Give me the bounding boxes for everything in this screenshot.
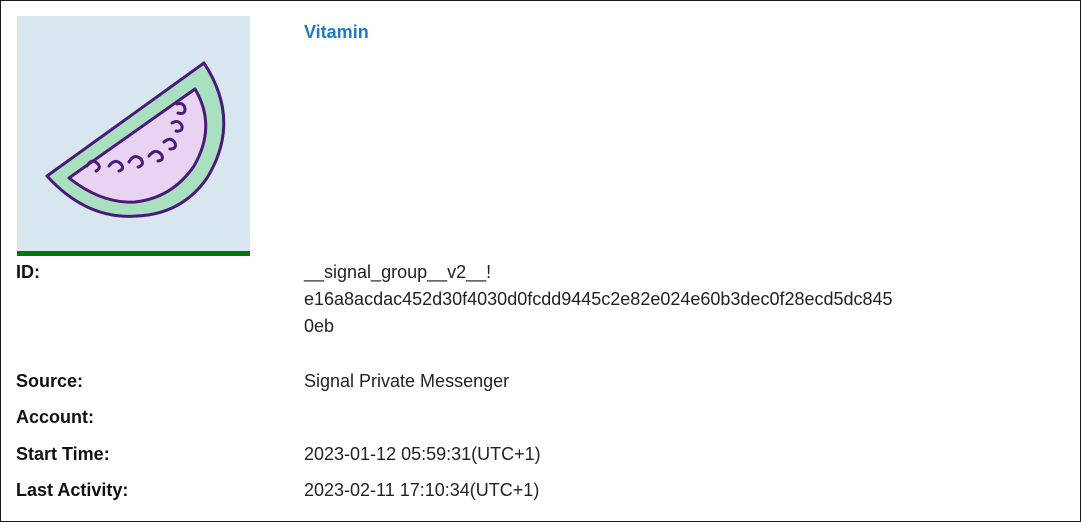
start-time-value: 2023-01-12 05:59:31(UTC+1)	[304, 444, 541, 464]
id-value-line-2: e16a8acdac452d30f4030d0fcdd9445c2e82e024…	[304, 289, 893, 309]
source-label: Source:	[16, 371, 84, 391]
start-time-label: Start Time:	[16, 444, 110, 464]
watermelon-slice-icon	[45, 61, 226, 218]
id-value: __signal_group__v2__! e16a8acdac452d30f4…	[304, 259, 1074, 340]
id-value-line-1: __signal_group__v2__!	[304, 262, 492, 282]
chat-details-panel: Vitamin ID: __signal_group__v2__! e16a8a…	[0, 0, 1081, 522]
account-label: Account:	[16, 407, 94, 427]
last-activity-label: Last Activity:	[16, 480, 129, 500]
id-value-line-3: 0eb	[304, 316, 335, 336]
source-value: Signal Private Messenger	[304, 371, 510, 391]
last-activity-value: 2023-02-11 17:10:34(UTC+1)	[304, 480, 540, 500]
group-avatar	[17, 16, 250, 252]
id-label: ID:	[16, 262, 40, 282]
avatar-underline	[17, 251, 250, 256]
group-title: Vitamin	[304, 22, 369, 42]
